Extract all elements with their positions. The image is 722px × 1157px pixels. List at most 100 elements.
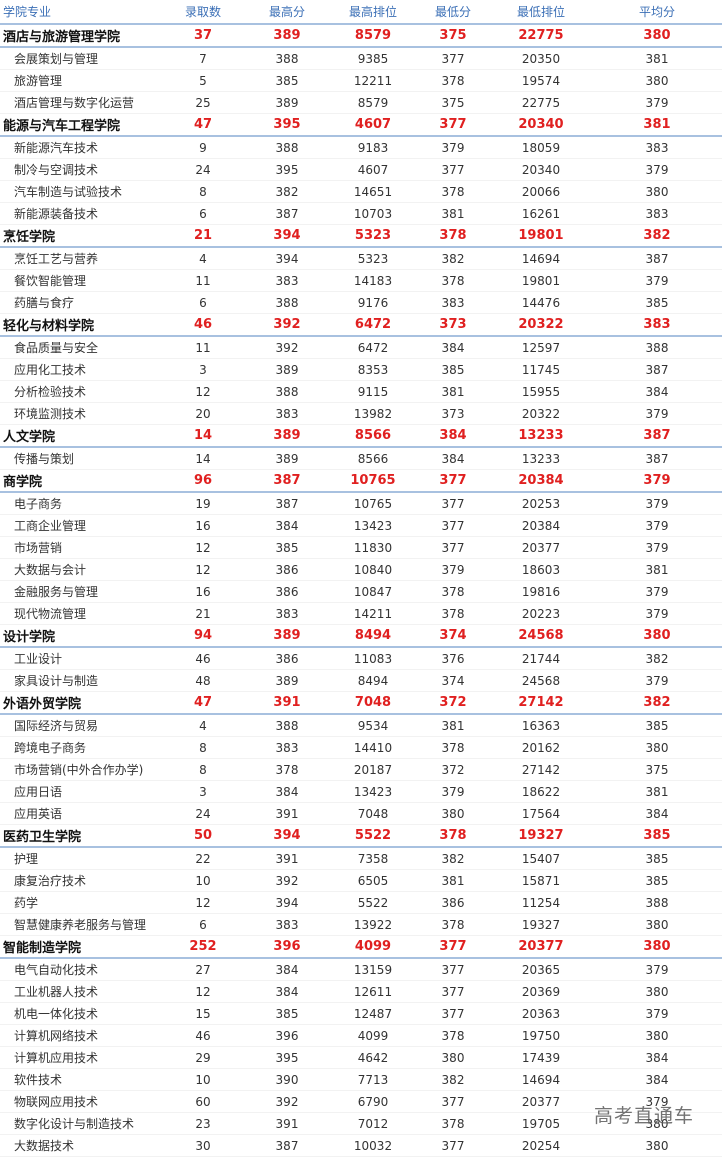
max-score-cell: 390: [244, 1068, 330, 1091]
name-cell: 跨境电子商务: [0, 736, 162, 759]
major-row: 大数据与会计 12 386 10840 379 18603 381: [0, 558, 722, 581]
table-body: 酒店与旅游管理学院 37 389 8579 375 22775 380 会展策划与管理 7 388…: [0, 24, 722, 1157]
min-rank-cell: 20340: [490, 113, 592, 137]
max-rank-cell: 13922: [330, 913, 416, 936]
min-score-cell: 384: [416, 336, 490, 359]
min-score-cell: 375: [416, 24, 490, 48]
min-rank-cell: 20322: [490, 402, 592, 425]
min-score-cell: 384: [416, 447, 490, 470]
max-score-cell: 392: [244, 336, 330, 359]
major-row: 计算机网络技术 46 396 4099 378 19750 380: [0, 1024, 722, 1047]
max-score-cell: 391: [244, 691, 330, 715]
name-cell: 市场营销: [0, 536, 162, 559]
avg-score-cell: 387: [592, 447, 722, 470]
min-score-cell: 379: [416, 136, 490, 159]
min-rank-cell: 14476: [490, 291, 592, 314]
min-rank-cell: 20363: [490, 1002, 592, 1025]
name-cell: 机电一体化技术: [0, 1002, 162, 1025]
min-rank-cell: 24568: [490, 624, 592, 648]
avg-score-cell: 384: [592, 802, 722, 825]
admitted-cell: 20: [162, 402, 244, 425]
min-score-cell: 383: [416, 291, 490, 314]
avg-score-cell: 379: [592, 669, 722, 692]
min-score-cell: 379: [416, 558, 490, 581]
min-rank-cell: 19750: [490, 1024, 592, 1047]
avg-score-cell: 385: [592, 291, 722, 314]
avg-score-cell: 380: [592, 736, 722, 759]
admitted-cell: 16: [162, 514, 244, 537]
avg-score-cell: 380: [592, 24, 722, 48]
major-row: 跨境电子商务 8 383 14410 378 20162 380: [0, 736, 722, 759]
admitted-cell: 10: [162, 869, 244, 892]
max-score-cell: 385: [244, 536, 330, 559]
min-score-cell: 378: [416, 580, 490, 603]
avg-score-cell: 383: [592, 136, 722, 159]
admitted-cell: 6: [162, 291, 244, 314]
name-cell: 轻化与材料学院: [0, 313, 162, 337]
major-row: 工业机器人技术 12 384 12611 377 20369 380: [0, 980, 722, 1003]
admitted-cell: 9: [162, 136, 244, 159]
min-rank-cell: 20377: [490, 1090, 592, 1113]
min-score-cell: 377: [416, 469, 490, 493]
college-row: 医药卫生学院 50 394 5522 378 19327 385: [0, 824, 722, 848]
major-row: 分析检验技术 12 388 9115 381 15955 384: [0, 380, 722, 403]
min-score-cell: 382: [416, 847, 490, 870]
min-score-cell: 377: [416, 980, 490, 1003]
max-rank-cell: 12487: [330, 1002, 416, 1025]
avg-score-cell: 382: [592, 647, 722, 670]
max-rank-cell: 13423: [330, 514, 416, 537]
name-cell: 酒店管理与数字化运营: [0, 91, 162, 114]
max-rank-cell: 6505: [330, 869, 416, 892]
major-row: 康复治疗技术 10 392 6505 381 15871 385: [0, 869, 722, 892]
avg-score-cell: 379: [592, 1002, 722, 1025]
min-rank-cell: 20350: [490, 47, 592, 70]
min-score-cell: 378: [416, 180, 490, 203]
max-score-cell: 384: [244, 514, 330, 537]
name-cell: 家具设计与制造: [0, 669, 162, 692]
min-rank-cell: 13233: [490, 447, 592, 470]
avg-score-cell: 380: [592, 69, 722, 92]
min-score-cell: 378: [416, 69, 490, 92]
avg-score-cell: 385: [592, 869, 722, 892]
major-row: 食品质量与安全 11 392 6472 384 12597 388: [0, 336, 722, 359]
admitted-cell: 21: [162, 602, 244, 625]
min-score-cell: 377: [416, 935, 490, 959]
admitted-cell: 11: [162, 269, 244, 292]
name-cell: 新能源汽车技术: [0, 136, 162, 159]
name-cell: 酒店与旅游管理学院: [0, 24, 162, 48]
admitted-cell: 29: [162, 1046, 244, 1069]
min-score-cell: 384: [416, 424, 490, 448]
college-row: 酒店与旅游管理学院 37 389 8579 375 22775 380: [0, 24, 722, 48]
max-score-cell: 391: [244, 802, 330, 825]
min-score-cell: 378: [416, 602, 490, 625]
college-row: 烹饪学院 21 394 5323 378 19801 382: [0, 224, 722, 248]
avg-score-cell: 379: [592, 580, 722, 603]
max-rank-cell: 4642: [330, 1046, 416, 1069]
avg-score-cell: 382: [592, 224, 722, 248]
name-cell: 护理: [0, 847, 162, 870]
max-rank-cell: 9176: [330, 291, 416, 314]
max-rank-cell: 10703: [330, 202, 416, 225]
name-cell: 工商企业管理: [0, 514, 162, 537]
min-rank-cell: 19816: [490, 580, 592, 603]
max-score-cell: 387: [244, 469, 330, 493]
max-score-cell: 394: [244, 247, 330, 270]
name-cell: 物联网应用技术: [0, 1090, 162, 1113]
admitted-cell: 12: [162, 891, 244, 914]
max-score-cell: 387: [244, 202, 330, 225]
max-score-cell: 383: [244, 913, 330, 936]
max-rank-cell: 13423: [330, 780, 416, 803]
max-rank-cell: 7048: [330, 802, 416, 825]
max-score-cell: 388: [244, 380, 330, 403]
admitted-cell: 14: [162, 447, 244, 470]
avg-score-cell: 383: [592, 313, 722, 337]
min-score-cell: 381: [416, 202, 490, 225]
max-score-cell: 395: [244, 1046, 330, 1069]
name-cell: 汽车制造与试验技术: [0, 180, 162, 203]
admission-table: 学院专业 录取数 最高分 最高排位 最低分 最低排位 平均分 酒店与旅游管理学院…: [0, 0, 722, 1157]
min-rank-cell: 24568: [490, 669, 592, 692]
admitted-cell: 4: [162, 247, 244, 270]
min-score-cell: 377: [416, 514, 490, 537]
min-rank-cell: 19327: [490, 913, 592, 936]
avg-score-cell: 387: [592, 358, 722, 381]
